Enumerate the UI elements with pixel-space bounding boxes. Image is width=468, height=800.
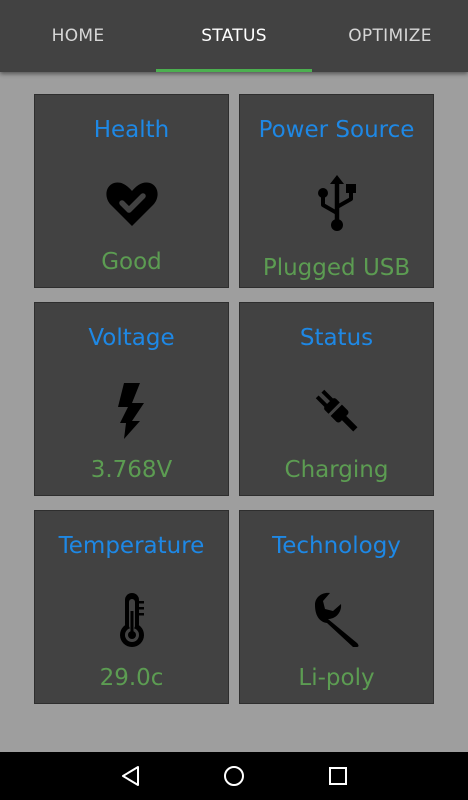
voltage-value: 3.768V bbox=[90, 457, 173, 483]
power-source-title: Power Source bbox=[258, 117, 415, 143]
technology-card[interactable]: Technology Li-poly bbox=[239, 510, 434, 704]
voltage-card[interactable]: Voltage 3.768V bbox=[34, 302, 229, 496]
wrench-icon bbox=[307, 589, 367, 649]
health-card[interactable]: Health Good bbox=[34, 94, 229, 288]
charging-status-card[interactable]: Status Charging bbox=[239, 302, 434, 496]
power-source-value: Plugged USB bbox=[262, 255, 411, 281]
heart-check-icon bbox=[102, 173, 162, 233]
usb-icon bbox=[307, 173, 367, 233]
back-icon bbox=[118, 764, 142, 788]
technology-value: Li-poly bbox=[298, 665, 375, 691]
recents-icon bbox=[326, 764, 350, 788]
tab-bar: HOME STATUS OPTIMIZE bbox=[0, 0, 468, 72]
status-grid: Health Good Power Source Plugged USB Vol… bbox=[34, 94, 434, 704]
recents-button[interactable] bbox=[308, 752, 368, 800]
voltage-title: Voltage bbox=[88, 325, 175, 351]
system-navigation-bar bbox=[0, 752, 468, 800]
tab-optimize[interactable]: OPTIMIZE bbox=[312, 0, 468, 72]
tab-status[interactable]: STATUS bbox=[156, 0, 312, 72]
charging-status-value: Charging bbox=[284, 457, 389, 483]
tab-home[interactable]: HOME bbox=[0, 0, 156, 72]
health-title: Health bbox=[93, 117, 170, 143]
temperature-card[interactable]: Temperature 29.0c bbox=[34, 510, 229, 704]
lightning-bolt-icon bbox=[102, 381, 162, 441]
thermometer-icon bbox=[102, 589, 162, 649]
temperature-title: Temperature bbox=[58, 533, 205, 559]
health-value: Good bbox=[101, 249, 162, 275]
home-icon bbox=[222, 764, 246, 788]
active-tab-indicator bbox=[156, 69, 312, 72]
home-button[interactable] bbox=[204, 752, 264, 800]
temperature-value: 29.0c bbox=[99, 665, 164, 691]
back-button[interactable] bbox=[100, 752, 160, 800]
charging-status-title: Status bbox=[299, 325, 374, 351]
power-source-card[interactable]: Power Source Plugged USB bbox=[239, 94, 434, 288]
plug-icon bbox=[307, 381, 367, 441]
technology-title: Technology bbox=[272, 533, 401, 559]
